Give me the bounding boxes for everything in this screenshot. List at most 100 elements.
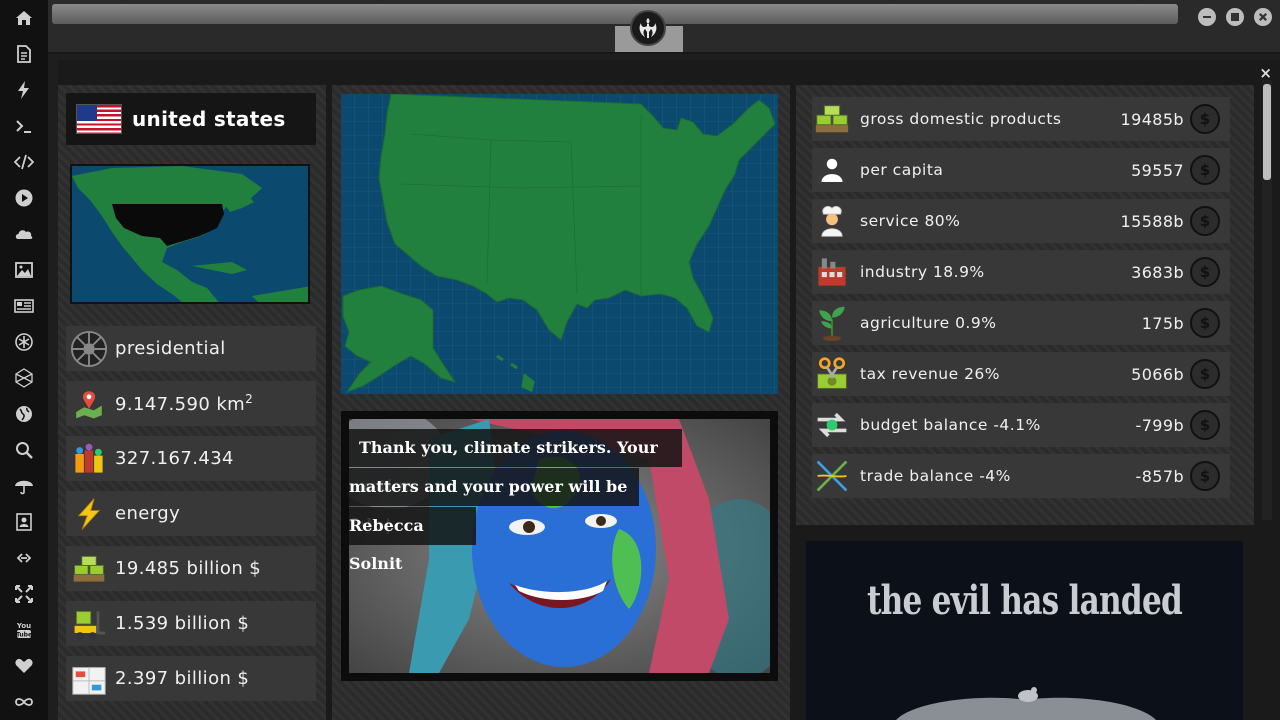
code-icon[interactable] [12,150,36,174]
economy-row[interactable]: trade balance -4% -857b $ [812,454,1230,498]
plant-icon [812,303,852,343]
population-icon [68,438,110,480]
svg-text:You: You [16,622,31,630]
news-headline-line-1: Thank you, climate strikers. Your action [349,429,682,495]
dollar-coin-icon[interactable]: $ [1190,206,1220,236]
economy-value: 19485b [1120,109,1184,129]
dollar-coin-icon[interactable]: $ [1190,359,1220,389]
dollar-coin-icon[interactable]: $ [1190,461,1220,491]
economy-value: 59557 [1131,160,1184,180]
economy-value: -857b [1135,466,1184,486]
economy-row[interactable]: tax revenue 26% 5066b $ [812,352,1230,396]
promo-banner[interactable]: the evil has landed [806,541,1243,720]
country-map[interactable] [341,94,778,394]
rebel-alliance-icon[interactable] [630,10,666,46]
balance-arrows-icon [812,405,852,445]
person-icon [812,150,852,190]
secondary-money-row[interactable]: 1.539 billion $ [66,601,316,646]
infinity-icon[interactable] [12,690,36,714]
economy-label: budget balance -4.1% [860,416,1041,434]
sidebar-rail: You Tube [0,0,48,720]
close-icon [1259,13,1267,21]
newspaper-icon[interactable] [12,294,36,318]
dollar-coin-icon[interactable]: $ [1190,104,1220,134]
world-locator-map[interactable] [70,164,310,304]
economy-value: 175b [1141,313,1184,333]
forklift-money-icon [68,603,110,645]
energy-bolt-icon [68,493,110,535]
boxes-icon [68,658,110,700]
expand-icon[interactable] [12,582,36,606]
document-icon[interactable] [12,42,36,66]
government-type-row[interactable]: presidential [66,326,316,371]
cloud-icon[interactable] [12,222,36,246]
trade-cross-icon [812,456,852,496]
economy-label: tax revenue 26% [860,365,1001,383]
heart-icon[interactable] [12,654,36,678]
secondary-money-value: 1.539 billion $ [115,613,250,634]
maximize-icon [1231,13,1239,21]
news-card[interactable]: Thank you, climate strikers. Your action… [341,411,778,681]
link-icon[interactable] [12,546,36,570]
energy-row[interactable]: energy [66,491,316,536]
news-headline-line-3: Rebecca Solnit [349,507,476,573]
play-icon[interactable] [12,186,36,210]
search-icon[interactable] [12,438,36,462]
scrollbar-thumb[interactable] [1263,84,1271,180]
economy-label: agriculture 0.9% [860,314,997,332]
country-summary-column: united states presidential 9.147.590 km2 [58,85,326,720]
economy-column: gross domestic products 19485b $ per capita… [796,85,1254,525]
center-column: Thank you, climate strikers. Your action… [332,85,790,720]
economy-label: service 80% [860,212,961,230]
close-button[interactable] [1254,8,1272,26]
economy-label: per capita [860,161,944,179]
population-row[interactable]: 327.167.434 [66,436,316,481]
news-headline-line-2: matters and your power will be felt | [349,468,639,534]
economy-row[interactable]: service 80% 15588b $ [812,199,1230,243]
chef-icon [812,201,852,241]
asterisk-icon[interactable] [12,330,36,354]
minimize-icon [1203,16,1211,18]
economy-label: industry 18.9% [860,263,985,281]
empire-emblem-icon [68,328,110,370]
globe-icon[interactable] [12,402,36,426]
economy-label: gross domestic products [860,110,1062,128]
area-row[interactable]: 9.147.590 km2 [66,381,316,426]
image-icon[interactable] [12,258,36,282]
gdp-total-value: 19.485 billion $ [115,558,262,579]
dollar-coin-icon[interactable]: $ [1190,410,1220,440]
area-value: 9.147.590 km2 [115,392,254,415]
energy-label: energy [115,503,181,524]
economy-label: trade balance -4% [860,467,1011,485]
terminal-icon[interactable] [12,114,36,138]
boxes-money-row[interactable]: 2.397 billion $ [66,656,316,701]
maximize-button[interactable] [1226,8,1244,26]
hexagon-icon[interactable] [12,366,36,390]
economy-row[interactable]: budget balance -4.1% -799b $ [812,403,1230,447]
umbrella-icon[interactable] [12,474,36,498]
economy-row[interactable]: per capita 59557 $ [812,148,1230,192]
promo-title: the evil has landed [866,577,1183,624]
economy-value: 3683b [1131,262,1184,282]
youtube-icon[interactable]: You Tube [12,618,36,642]
dollar-coin-icon[interactable]: $ [1190,308,1220,338]
money-stack-icon [68,548,110,590]
scrollbar[interactable] [1262,80,1272,520]
minimize-button[interactable] [1198,8,1216,26]
scissors-money-icon [812,354,852,394]
money-stack-icon [812,99,852,139]
address-bar[interactable] [52,4,1178,24]
economy-row[interactable]: gross domestic products 19485b $ [812,97,1230,141]
dollar-coin-icon[interactable]: $ [1190,155,1220,185]
news-photo: Thank you, climate strikers. Your action… [349,419,770,673]
lightning-icon[interactable] [12,78,36,102]
economy-row[interactable]: agriculture 0.9% 175b $ [812,301,1230,345]
gdp-total-row[interactable]: 19.485 billion $ [66,546,316,591]
contact-icon[interactable] [12,510,36,534]
country-name: united states [132,107,286,131]
dollar-coin-icon[interactable]: $ [1190,257,1220,287]
economy-row[interactable]: industry 18.9% 3683b $ [812,250,1230,294]
home-icon[interactable] [12,6,36,30]
economy-value: 5066b [1131,364,1184,384]
economy-value: 15588b [1120,211,1184,231]
